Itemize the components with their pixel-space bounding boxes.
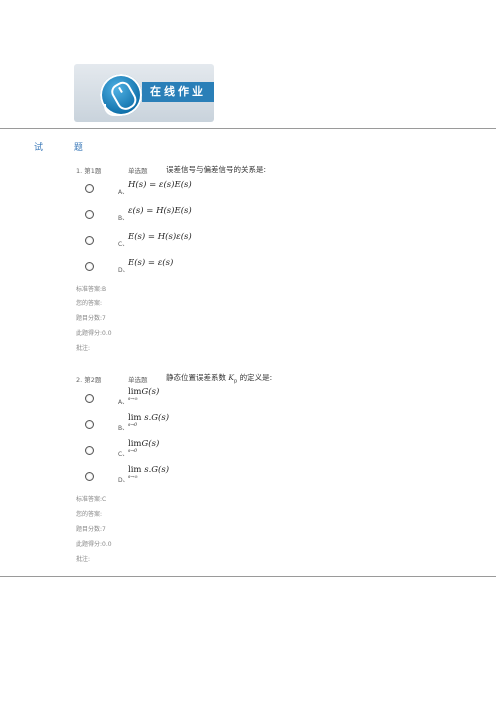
lim-expression: G(s) bbox=[141, 387, 160, 397]
question-2-option-b-letter: B、 bbox=[118, 425, 129, 432]
question-1-option-a-radio[interactable] bbox=[85, 184, 94, 193]
lim-expression: G(s) bbox=[141, 439, 160, 449]
question-1-option-a-formula: H(s) = ε(s)E(s) bbox=[128, 180, 192, 190]
question-2-option-c-letter: C、 bbox=[118, 451, 129, 458]
lim-expression: s.G(s) bbox=[141, 413, 170, 423]
question-1-option-d-radio[interactable] bbox=[85, 262, 94, 271]
question-2-type: 单选题 bbox=[128, 376, 148, 384]
question-2-text: 静态位置误差系数 Kp 的定义是: bbox=[166, 372, 272, 385]
question-1-option-b-radio[interactable] bbox=[85, 210, 94, 219]
question-2-points-earned: 此题得分:0.0 bbox=[76, 541, 112, 548]
banner-title: 在线作业 bbox=[150, 85, 206, 98]
header-banner: 在线作业 bbox=[74, 64, 214, 122]
question-2-score: 题目分数:7 bbox=[76, 526, 106, 533]
lim-operator: lim bbox=[128, 439, 142, 449]
lim-operator: lim bbox=[128, 465, 142, 475]
question-1-number: 1. 第1题 bbox=[76, 167, 102, 175]
lim-operator: lim bbox=[128, 413, 142, 423]
question-2-option-a-letter: A、 bbox=[118, 399, 129, 406]
question-1-type: 单选题 bbox=[128, 167, 148, 175]
question-1-option-b-formula: ε(s) = H(s)E(s) bbox=[128, 206, 192, 216]
question-2-number: 2. 第2题 bbox=[76, 376, 102, 384]
question-2-option-d-radio[interactable] bbox=[85, 472, 94, 481]
question-2-option-b-formula: lim s.G(s) s→0 bbox=[128, 413, 170, 428]
lim-subscript: s→∞ bbox=[128, 475, 138, 480]
bottom-divider bbox=[0, 576, 496, 577]
lim-subscript: s→0 bbox=[128, 423, 137, 428]
question-2-option-c-radio[interactable] bbox=[85, 446, 94, 455]
question-1-your-answer: 您的答案: bbox=[76, 300, 103, 307]
question-2-option-a-radio[interactable] bbox=[85, 394, 94, 403]
question-1-option-c-formula: E(s) = H(s)ε(s) bbox=[128, 232, 192, 242]
question-1-option-a-letter: A、 bbox=[118, 189, 129, 196]
question-1-option-c-letter: C、 bbox=[118, 241, 129, 248]
lim-expression: s.G(s) bbox=[141, 465, 170, 475]
top-divider bbox=[0, 128, 496, 129]
question-1-text: 误差信号与偏差信号的关系是: bbox=[166, 165, 267, 174]
lim-subscript: s→0 bbox=[128, 449, 137, 454]
question-2-remarks: 批注: bbox=[76, 556, 91, 563]
question-2-option-a-formula: limG(s) s→∞ bbox=[128, 387, 160, 402]
question-1-points-earned: 此题得分:0.0 bbox=[76, 330, 112, 337]
question-2-option-b-radio[interactable] bbox=[85, 420, 94, 429]
question-1-remarks: 批注: bbox=[76, 345, 91, 352]
question-2-text-prefix: 静态位置误差系数 bbox=[166, 373, 229, 382]
lim-operator: lim bbox=[128, 387, 142, 397]
question-2-text-suffix: 的定义是: bbox=[237, 373, 273, 382]
question-1-option-b-letter: B、 bbox=[118, 215, 129, 222]
section-title: 试 题 bbox=[34, 143, 97, 153]
lim-subscript: s→∞ bbox=[128, 397, 138, 402]
question-1-standard-answer: 标准答案:B bbox=[76, 286, 107, 293]
question-2-option-d-formula: lim s.G(s) s→∞ bbox=[128, 465, 170, 480]
question-2-standard-answer: 标准答案:C bbox=[76, 496, 107, 503]
question-1-option-d-formula: E(s) = ε(s) bbox=[128, 258, 174, 268]
question-2-option-c-formula: limG(s) s→0 bbox=[128, 439, 160, 454]
question-1-score: 题目分数:7 bbox=[76, 315, 106, 322]
question-2-your-answer: 您的答案: bbox=[76, 511, 103, 518]
question-1-option-c-radio[interactable] bbox=[85, 236, 94, 245]
